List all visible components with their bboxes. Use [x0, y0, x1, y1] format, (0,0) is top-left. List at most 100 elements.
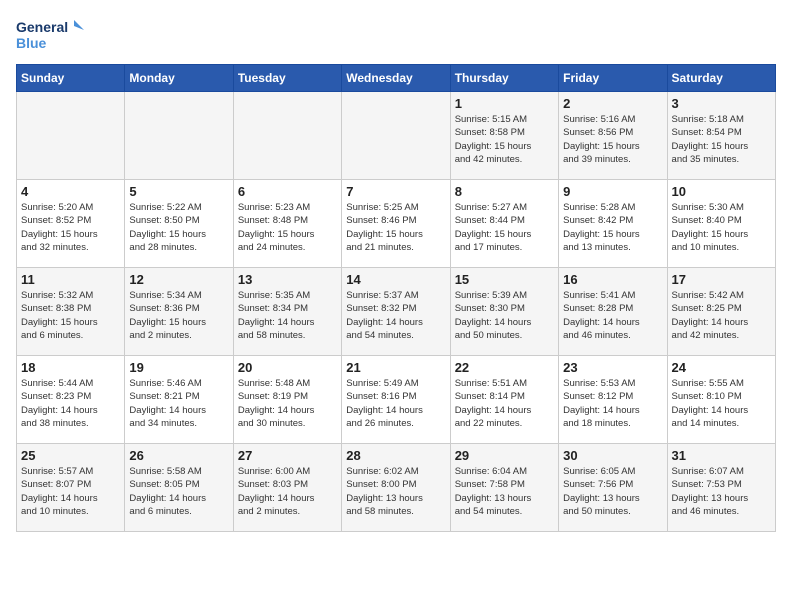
day-number: 9: [563, 184, 662, 199]
day-number: 19: [129, 360, 228, 375]
calendar-cell: 4 Sunrise: 5:20 AMSunset: 8:52 PMDaylight…: [17, 180, 125, 268]
calendar-cell: 29 Sunrise: 6:04 AMSunset: 7:58 PMDayligh…: [450, 444, 558, 532]
day-info: Sunrise: 5:44 AMSunset: 8:23 PMDaylight:…: [21, 377, 120, 430]
day-info: Sunrise: 5:53 AMSunset: 8:12 PMDaylight:…: [563, 377, 662, 430]
calendar-cell: 21Sunrise: 5:49 AMSunset: 8:16 PMDayligh…: [342, 356, 450, 444]
calendar-week-2: 4 Sunrise: 5:20 AMSunset: 8:52 PMDaylight…: [17, 180, 776, 268]
day-info: Sunrise: 5:20 AMSunset: 8:52 PMDaylight:…: [21, 201, 120, 254]
day-number: 16: [563, 272, 662, 287]
calendar-cell: 18 Sunrise: 5:44 AMSunset: 8:23 PMDayligh…: [17, 356, 125, 444]
day-number: 10: [672, 184, 771, 199]
day-info: Sunrise: 5:51 AMSunset: 8:14 PMDaylight:…: [455, 377, 554, 430]
day-info: Sunrise: 5:41 AMSunset: 8:28 PMDaylight:…: [563, 289, 662, 342]
calendar-cell: 11 Sunrise: 5:32 AMSunset: 8:38 PMDayligh…: [17, 268, 125, 356]
calendar-cell: 28 Sunrise: 6:02 AMSunset: 8:00 PMDayligh…: [342, 444, 450, 532]
day-number: 22: [455, 360, 554, 375]
calendar-cell: 20 Sunrise: 5:48 AMSunset: 8:19 PMDayligh…: [233, 356, 341, 444]
day-number: 1: [455, 96, 554, 111]
day-number: 5: [129, 184, 228, 199]
calendar-cell: 2 Sunrise: 5:16 AMSunset: 8:56 PMDaylight…: [559, 92, 667, 180]
calendar-cell: 13 Sunrise: 5:35 AMSunset: 8:34 PMDayligh…: [233, 268, 341, 356]
day-number: 17: [672, 272, 771, 287]
calendar-cell: 22 Sunrise: 5:51 AMSunset: 8:14 PMDayligh…: [450, 356, 558, 444]
day-info: Sunrise: 5:37 AMSunset: 8:32 PMDaylight:…: [346, 289, 445, 342]
day-number: 31: [672, 448, 771, 463]
day-info: Sunrise: 5:35 AMSunset: 8:34 PMDaylight:…: [238, 289, 337, 342]
calendar-cell: 7 Sunrise: 5:25 AMSunset: 8:46 PMDaylight…: [342, 180, 450, 268]
day-number: 7: [346, 184, 445, 199]
day-info: Sunrise: 6:05 AMSunset: 7:56 PMDaylight:…: [563, 465, 662, 518]
day-info: Sunrise: 5:25 AMSunset: 8:46 PMDaylight:…: [346, 201, 445, 254]
day-info: Sunrise: 5:28 AMSunset: 8:42 PMDaylight:…: [563, 201, 662, 254]
day-number: 18: [21, 360, 120, 375]
calendar-cell: [125, 92, 233, 180]
calendar-cell: [342, 92, 450, 180]
day-info: Sunrise: 5:23 AMSunset: 8:48 PMDaylight:…: [238, 201, 337, 254]
calendar-cell: 5 Sunrise: 5:22 AMSunset: 8:50 PMDaylight…: [125, 180, 233, 268]
calendar-week-3: 11 Sunrise: 5:32 AMSunset: 8:38 PMDayligh…: [17, 268, 776, 356]
weekday-header-thursday: Thursday: [450, 65, 558, 92]
weekday-header-tuesday: Tuesday: [233, 65, 341, 92]
calendar-cell: 30 Sunrise: 6:05 AMSunset: 7:56 PMDayligh…: [559, 444, 667, 532]
svg-text:Blue: Blue: [16, 35, 47, 51]
calendar-cell: [233, 92, 341, 180]
day-number: 4: [21, 184, 120, 199]
day-number: 26: [129, 448, 228, 463]
calendar-cell: 27Sunrise: 6:00 AMSunset: 8:03 PMDayligh…: [233, 444, 341, 532]
weekday-header-saturday: Saturday: [667, 65, 775, 92]
calendar-cell: 1 Sunrise: 5:15 AMSunset: 8:58 PMDaylight…: [450, 92, 558, 180]
day-number: 24: [672, 360, 771, 375]
day-info: Sunrise: 5:49 AMSunset: 8:16 PMDaylight:…: [346, 377, 445, 430]
calendar-week-5: 25Sunrise: 5:57 AMSunset: 8:07 PMDayligh…: [17, 444, 776, 532]
day-info: Sunrise: 5:46 AMSunset: 8:21 PMDaylight:…: [129, 377, 228, 430]
calendar-cell: 10 Sunrise: 5:30 AMSunset: 8:40 PMDayligh…: [667, 180, 775, 268]
day-info: Sunrise: 6:04 AMSunset: 7:58 PMDaylight:…: [455, 465, 554, 518]
day-info: Sunrise: 5:32 AMSunset: 8:38 PMDaylight:…: [21, 289, 120, 342]
weekday-header-wednesday: Wednesday: [342, 65, 450, 92]
calendar-cell: 17 Sunrise: 5:42 AMSunset: 8:25 PMDayligh…: [667, 268, 775, 356]
day-info: Sunrise: 5:27 AMSunset: 8:44 PMDaylight:…: [455, 201, 554, 254]
calendar-cell: 19 Sunrise: 5:46 AMSunset: 8:21 PMDayligh…: [125, 356, 233, 444]
day-number: 2: [563, 96, 662, 111]
day-info: Sunrise: 5:16 AMSunset: 8:56 PMDaylight:…: [563, 113, 662, 166]
calendar-cell: 26 Sunrise: 5:58 AMSunset: 8:05 PMDayligh…: [125, 444, 233, 532]
calendar-cell: [17, 92, 125, 180]
weekday-header-monday: Monday: [125, 65, 233, 92]
day-number: 12: [129, 272, 228, 287]
day-info: Sunrise: 5:30 AMSunset: 8:40 PMDaylight:…: [672, 201, 771, 254]
calendar-table: SundayMondayTuesdayWednesdayThursdayFrid…: [16, 64, 776, 532]
day-info: Sunrise: 5:18 AMSunset: 8:54 PMDaylight:…: [672, 113, 771, 166]
calendar-cell: 16 Sunrise: 5:41 AMSunset: 8:28 PMDayligh…: [559, 268, 667, 356]
day-info: Sunrise: 5:15 AMSunset: 8:58 PMDaylight:…: [455, 113, 554, 166]
day-number: 29: [455, 448, 554, 463]
calendar-cell: 23Sunrise: 5:53 AMSunset: 8:12 PMDayligh…: [559, 356, 667, 444]
day-number: 30: [563, 448, 662, 463]
logo-svg: General Blue: [16, 16, 86, 56]
weekday-header-sunday: Sunday: [17, 65, 125, 92]
day-info: Sunrise: 6:00 AMSunset: 8:03 PMDaylight:…: [238, 465, 337, 518]
calendar-cell: 3 Sunrise: 5:18 AMSunset: 8:54 PMDaylight…: [667, 92, 775, 180]
svg-text:General: General: [16, 19, 68, 35]
day-number: 3: [672, 96, 771, 111]
day-info: Sunrise: 5:42 AMSunset: 8:25 PMDaylight:…: [672, 289, 771, 342]
day-number: 13: [238, 272, 337, 287]
day-number: 20: [238, 360, 337, 375]
calendar-cell: 15 Sunrise: 5:39 AMSunset: 8:30 PMDayligh…: [450, 268, 558, 356]
page-header: General Blue: [16, 16, 776, 56]
calendar-cell: 12Sunrise: 5:34 AMSunset: 8:36 PMDayligh…: [125, 268, 233, 356]
day-info: Sunrise: 5:48 AMSunset: 8:19 PMDaylight:…: [238, 377, 337, 430]
day-info: Sunrise: 6:02 AMSunset: 8:00 PMDaylight:…: [346, 465, 445, 518]
day-number: 14: [346, 272, 445, 287]
calendar-cell: 31 Sunrise: 6:07 AMSunset: 7:53 PMDayligh…: [667, 444, 775, 532]
day-number: 8: [455, 184, 554, 199]
calendar-cell: 6Sunrise: 5:23 AMSunset: 8:48 PMDaylight…: [233, 180, 341, 268]
day-info: Sunrise: 6:07 AMSunset: 7:53 PMDaylight:…: [672, 465, 771, 518]
day-number: 28: [346, 448, 445, 463]
calendar-week-1: 1 Sunrise: 5:15 AMSunset: 8:58 PMDaylight…: [17, 92, 776, 180]
day-number: 15: [455, 272, 554, 287]
day-info: Sunrise: 5:58 AMSunset: 8:05 PMDaylight:…: [129, 465, 228, 518]
weekday-header-friday: Friday: [559, 65, 667, 92]
day-number: 11: [21, 272, 120, 287]
day-info: Sunrise: 5:22 AMSunset: 8:50 PMDaylight:…: [129, 201, 228, 254]
day-info: Sunrise: 5:39 AMSunset: 8:30 PMDaylight:…: [455, 289, 554, 342]
